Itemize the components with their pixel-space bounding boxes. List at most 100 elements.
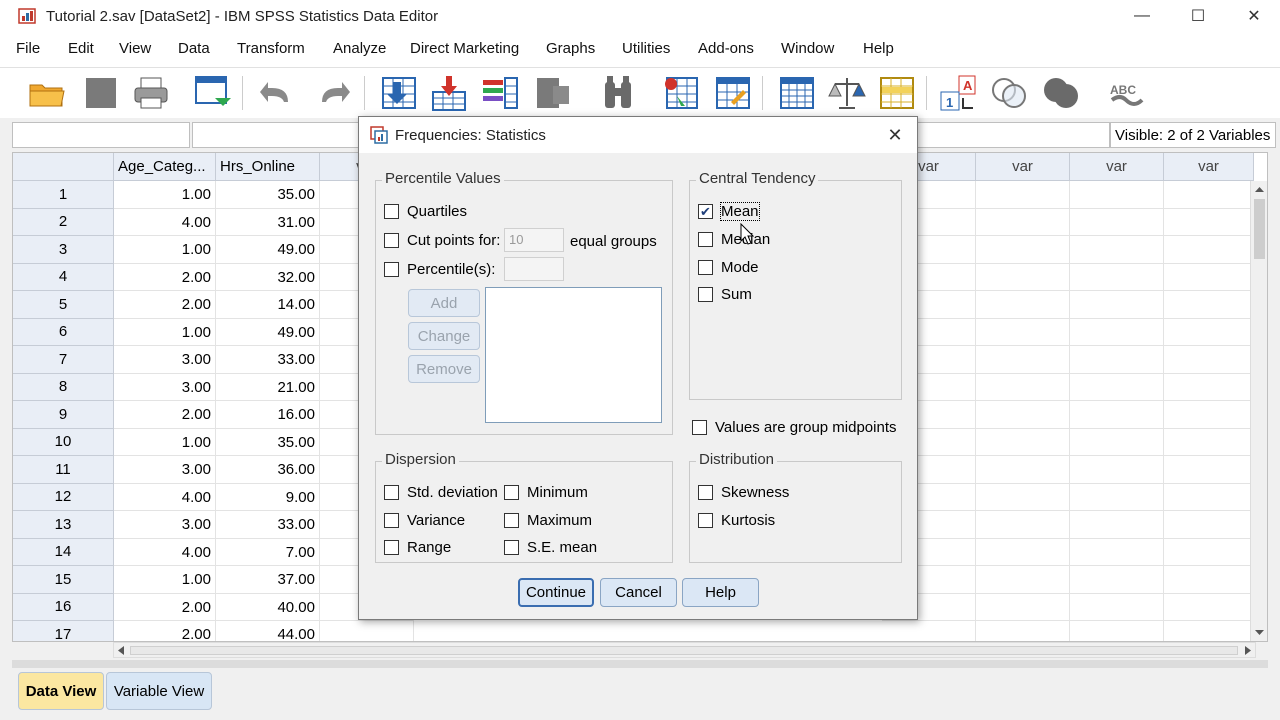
- kurtosis-checkbox[interactable]: Kurtosis: [698, 512, 775, 529]
- cell-hrs-online[interactable]: 37.00: [216, 566, 320, 594]
- checkbox-box[interactable]: [384, 204, 399, 219]
- cell-hrs-online[interactable]: 33.00: [216, 511, 320, 539]
- se-mean-checkbox[interactable]: S.E. mean: [504, 539, 597, 556]
- row-header[interactable]: 11: [13, 456, 114, 484]
- checkbox-box[interactable]: [384, 485, 399, 500]
- cell-age-category[interactable]: 2.00: [114, 593, 216, 621]
- cell-empty[interactable]: [976, 318, 1070, 346]
- row-header[interactable]: 13: [13, 511, 114, 539]
- cell-age-category[interactable]: 3.00: [114, 511, 216, 539]
- menu-window[interactable]: Window: [781, 40, 834, 57]
- insert-cases-icon[interactable]: [660, 74, 702, 112]
- column-header-var[interactable]: var: [1164, 153, 1254, 181]
- row-header[interactable]: 5: [13, 291, 114, 319]
- cell-empty[interactable]: [1070, 263, 1164, 291]
- cell-empty[interactable]: [1164, 428, 1254, 456]
- menu-direct-marketing[interactable]: Direct Marketing: [410, 40, 519, 57]
- median-checkbox[interactable]: Median: [698, 231, 770, 248]
- print-icon[interactable]: [130, 74, 172, 112]
- cell-empty[interactable]: [320, 621, 414, 641]
- checkbox-box[interactable]: [504, 540, 519, 555]
- open-folder-icon[interactable]: [26, 74, 68, 112]
- variance-checkbox[interactable]: Variance: [384, 512, 465, 529]
- cell-empty[interactable]: [1164, 208, 1254, 236]
- cell-empty[interactable]: [1070, 318, 1164, 346]
- values-group-midpoints-checkbox[interactable]: Values are group midpoints: [692, 419, 897, 436]
- cell-hrs-online[interactable]: 35.00: [216, 181, 320, 209]
- change-button[interactable]: Change: [408, 322, 480, 350]
- cell-empty[interactable]: [1070, 291, 1164, 319]
- cell-empty[interactable]: [976, 593, 1070, 621]
- checkbox-box[interactable]: [384, 540, 399, 555]
- continue-button[interactable]: Continue: [518, 578, 594, 607]
- cell-empty[interactable]: [1164, 236, 1254, 264]
- checkbox-box[interactable]: [504, 485, 519, 500]
- row-header[interactable]: 10: [13, 428, 114, 456]
- cell-hrs-online[interactable]: 9.00: [216, 483, 320, 511]
- cut-points-checkbox[interactable]: Cut points for:: [384, 232, 500, 249]
- remove-button[interactable]: Remove: [408, 355, 480, 383]
- menu-view[interactable]: View: [119, 40, 151, 57]
- checkbox-box[interactable]: [698, 485, 713, 500]
- checkbox-box[interactable]: [698, 513, 713, 528]
- cell-empty[interactable]: [1164, 181, 1254, 209]
- cell-hrs-online[interactable]: 14.00: [216, 291, 320, 319]
- checkbox-box[interactable]: [698, 287, 713, 302]
- cell-empty[interactable]: [1164, 511, 1254, 539]
- menu-data[interactable]: Data: [178, 40, 210, 57]
- cell-age-category[interactable]: 4.00: [114, 208, 216, 236]
- vertical-scrollbar[interactable]: [1250, 181, 1267, 641]
- row-header[interactable]: 6: [13, 318, 114, 346]
- cell-age-category[interactable]: 2.00: [114, 621, 216, 641]
- use-variable-sets-icon[interactable]: [988, 74, 1030, 112]
- dialog-close-button[interactable]: ✕: [881, 121, 909, 149]
- cell-empty[interactable]: [1070, 373, 1164, 401]
- cell-age-category[interactable]: 3.00: [114, 456, 216, 484]
- save-icon[interactable]: [80, 74, 122, 112]
- cell-age-category[interactable]: 2.00: [114, 401, 216, 429]
- column-header-age-category[interactable]: Age_Categ...: [114, 153, 216, 181]
- cell-empty[interactable]: [976, 263, 1070, 291]
- cell-empty[interactable]: [976, 373, 1070, 401]
- goto-case-icon[interactable]: [378, 74, 420, 112]
- cell-hrs-online[interactable]: 49.00: [216, 318, 320, 346]
- cell-hrs-online[interactable]: 21.00: [216, 373, 320, 401]
- percentiles-checkbox[interactable]: Percentile(s):: [384, 261, 495, 278]
- cell-hrs-online[interactable]: 16.00: [216, 401, 320, 429]
- weight-cases-icon[interactable]: [826, 74, 868, 112]
- cell-age-category[interactable]: 1.00: [114, 236, 216, 264]
- menu-analyze[interactable]: Analyze: [333, 40, 386, 57]
- std-deviation-checkbox[interactable]: Std. deviation: [384, 484, 498, 501]
- scroll-left-icon[interactable]: [117, 646, 125, 655]
- cell-empty[interactable]: [1164, 566, 1254, 594]
- cell-age-category[interactable]: 2.00: [114, 291, 216, 319]
- cell-empty[interactable]: [1070, 346, 1164, 374]
- cut-points-input[interactable]: 10: [504, 228, 564, 252]
- cell-empty[interactable]: [976, 236, 1070, 264]
- checkbox-box[interactable]: [384, 262, 399, 277]
- cell-empty[interactable]: [1070, 483, 1164, 511]
- checkbox-box[interactable]: [698, 260, 713, 275]
- cell-age-category[interactable]: 1.00: [114, 566, 216, 594]
- checkbox-box[interactable]: [504, 513, 519, 528]
- scroll-right-icon[interactable]: [1244, 646, 1252, 655]
- cell-empty[interactable]: [1164, 483, 1254, 511]
- maximize-button[interactable]: ☐: [1170, 0, 1226, 32]
- menu-transform[interactable]: Transform: [237, 40, 305, 57]
- insert-variable-icon[interactable]: [712, 74, 754, 112]
- range-checkbox[interactable]: Range: [384, 539, 451, 556]
- mode-checkbox[interactable]: Mode: [698, 259, 759, 276]
- check-icon[interactable]: ✔: [698, 204, 713, 219]
- cell-reference-field[interactable]: [12, 122, 190, 148]
- cell-empty[interactable]: [1164, 401, 1254, 429]
- row-header[interactable]: 12: [13, 483, 114, 511]
- cell-empty[interactable]: [1164, 318, 1254, 346]
- cell-empty[interactable]: [976, 346, 1070, 374]
- cancel-button[interactable]: Cancel: [600, 578, 677, 607]
- menu-help[interactable]: Help: [863, 40, 894, 57]
- cell-hrs-online[interactable]: 31.00: [216, 208, 320, 236]
- cell-empty[interactable]: [976, 456, 1070, 484]
- cell-empty[interactable]: [1070, 538, 1164, 566]
- row-header[interactable]: 16: [13, 593, 114, 621]
- redo-icon[interactable]: [312, 74, 354, 112]
